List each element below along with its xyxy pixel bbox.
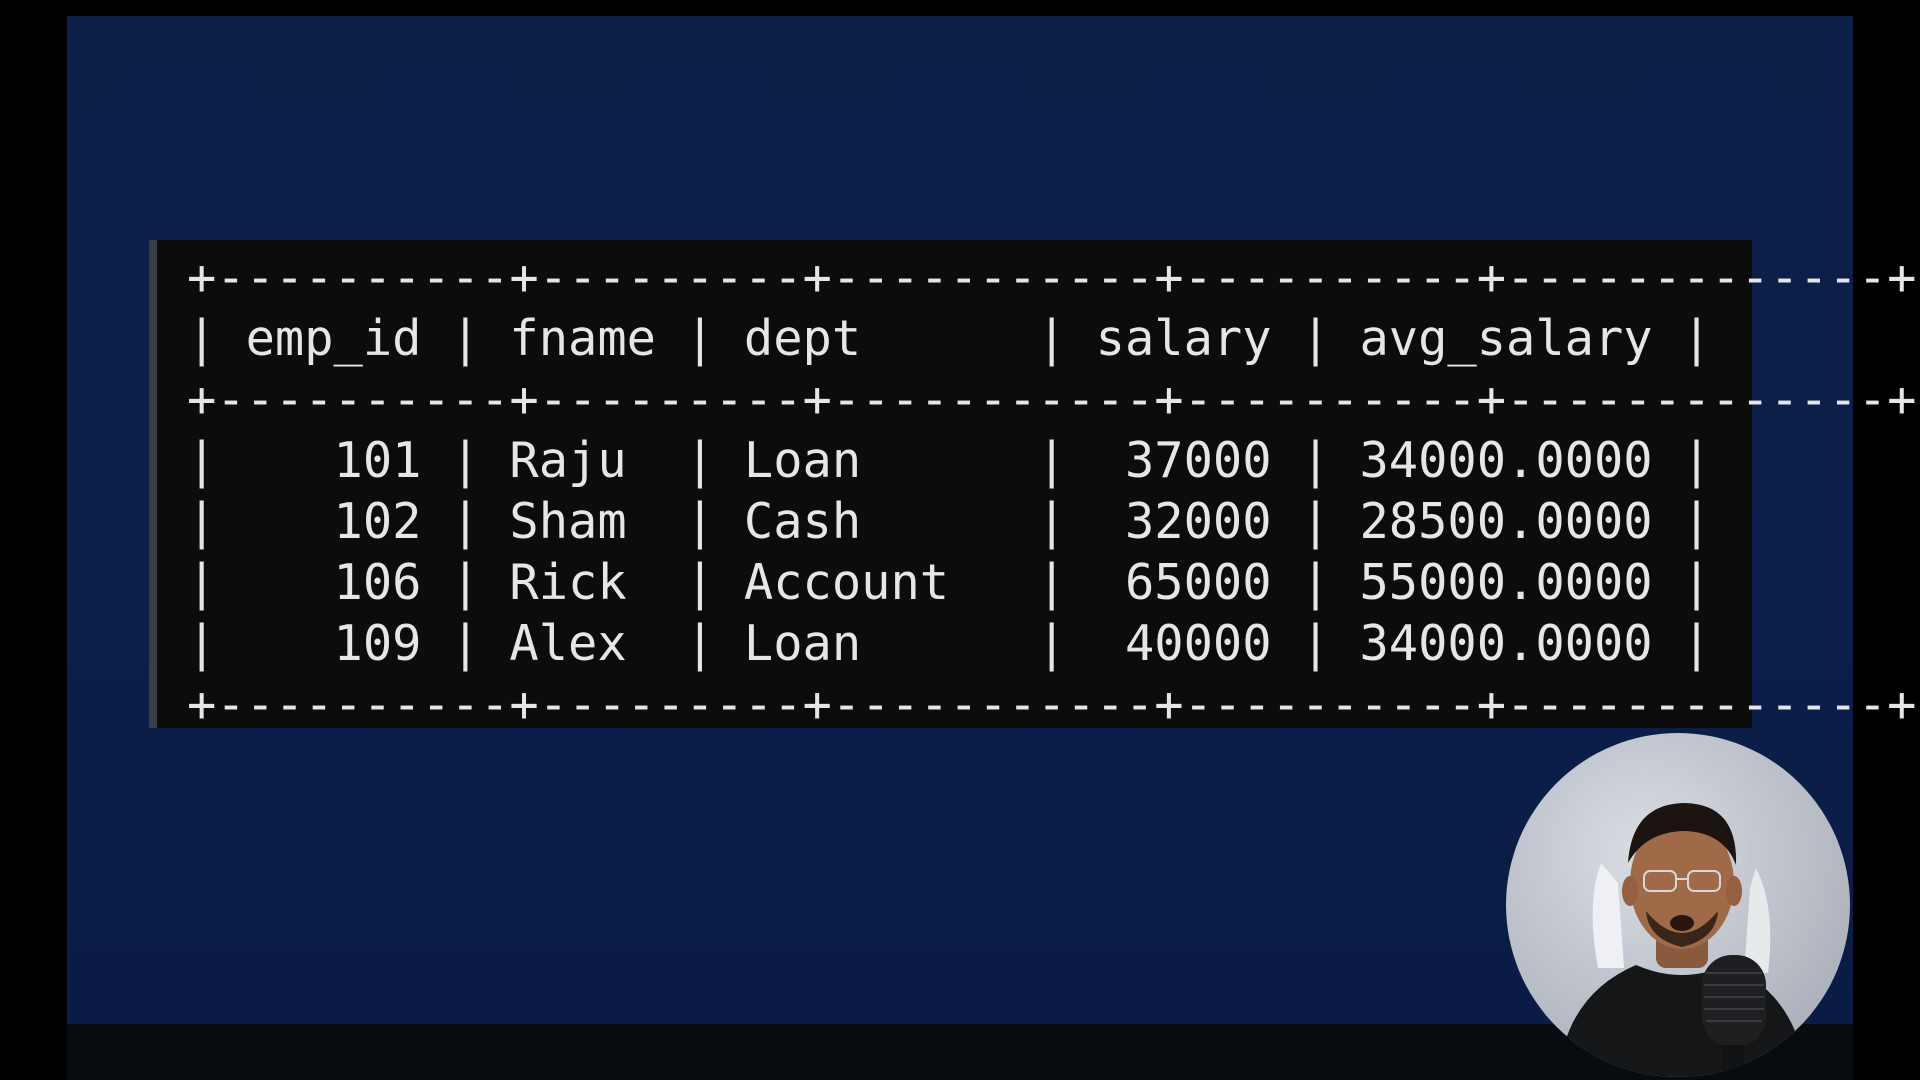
presenter-webcam — [1506, 733, 1850, 1077]
microphone-icon — [1702, 955, 1766, 1077]
table-border-bottom: +----------+---------+-----------+------… — [187, 677, 1917, 733]
table-header-row: | emp_id | fname | dept | salary | avg_s… — [187, 311, 1712, 367]
video-frame: +----------+---------+-----------+------… — [0, 0, 1920, 1080]
table-row: | 109 | Alex | Loan | 40000 | 34000.0000… — [187, 616, 1712, 672]
terminal-window: +----------+---------+-----------+------… — [149, 240, 1916, 733]
table-row: | 106 | Rick | Account | 65000 | 55000.0… — [187, 555, 1712, 611]
table-border-top: +----------+---------+-----------+------… — [187, 250, 1917, 306]
table-border-middle: +----------+---------+-----------+------… — [187, 372, 1917, 428]
table-row: | 102 | Sham | Cash | 32000 | 28500.0000… — [187, 494, 1712, 550]
table-row: | 101 | Raju | Loan | 37000 | 34000.0000… — [187, 433, 1712, 489]
sql-result-table: +----------+---------+-----------+------… — [187, 248, 1916, 736]
